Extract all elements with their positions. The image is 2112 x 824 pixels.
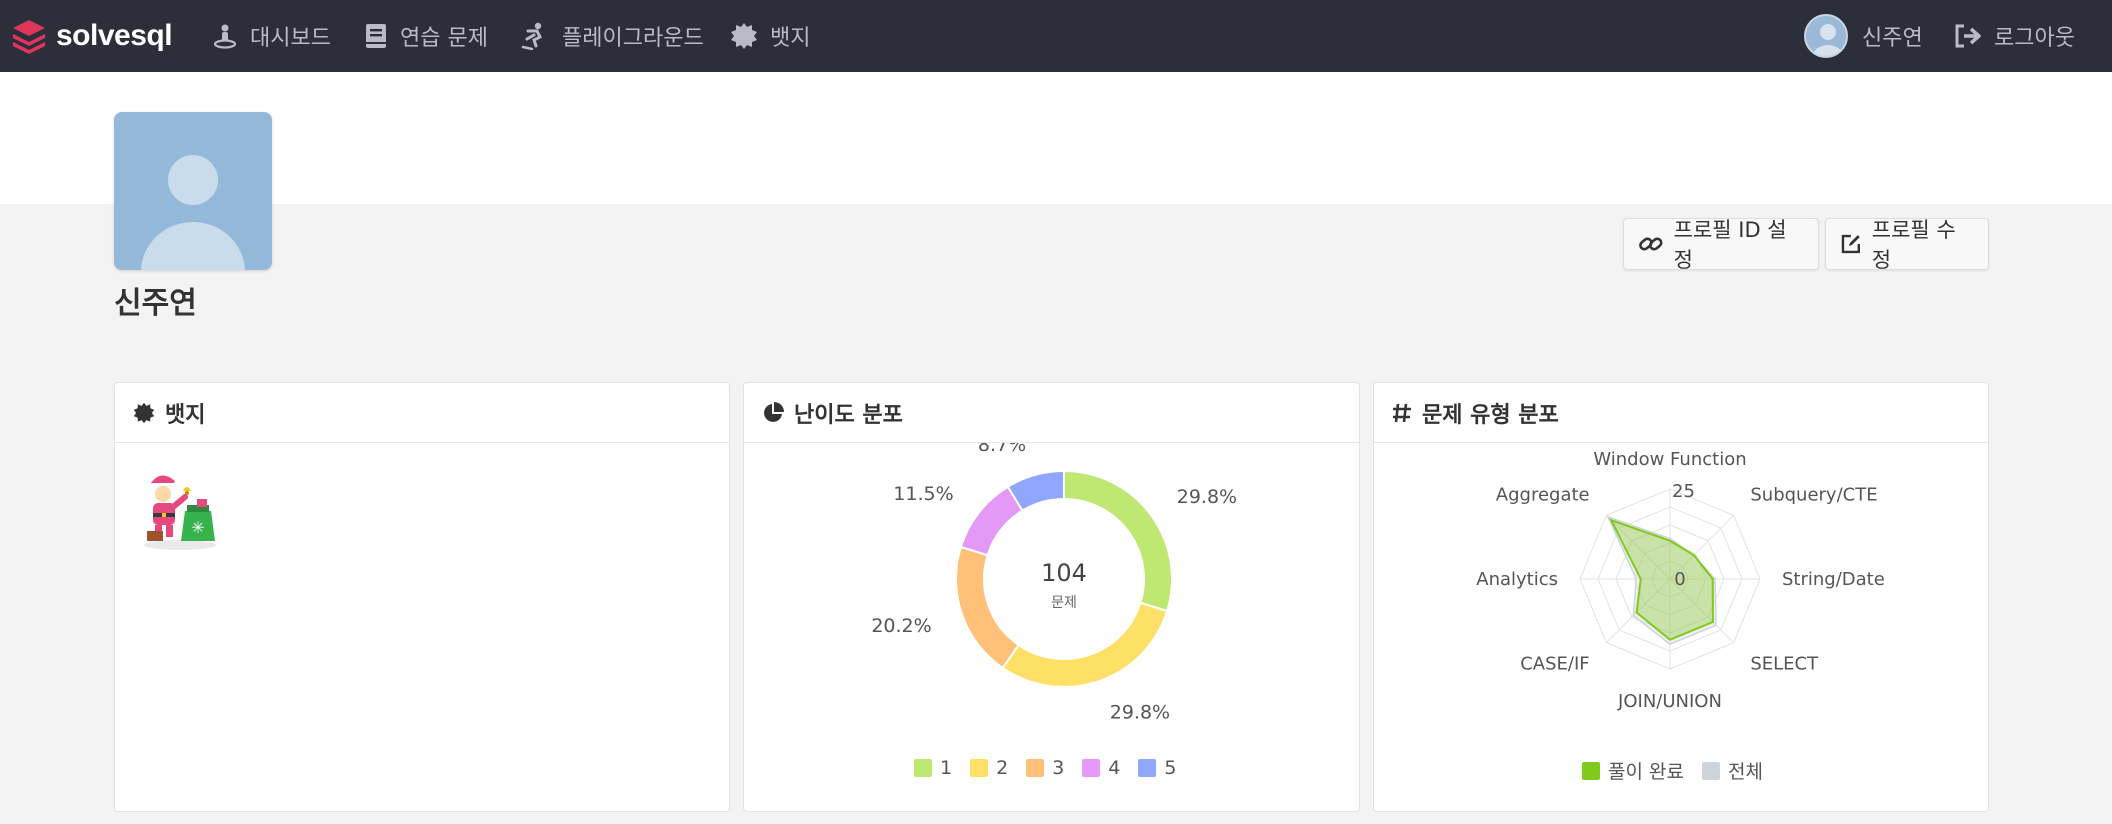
difficulty-card-header: 난이도 분포 (744, 383, 1359, 443)
radar-axis-label: Aggregate (1496, 485, 1590, 506)
legend-item-series-0[interactable]: 풀이 완료 (1582, 757, 1684, 784)
nav-practice[interactable]: 연습 문제 (364, 14, 488, 58)
legend-label-series-1: 전체 (1727, 761, 1763, 783)
types-card-header: 문제 유형 분포 (1374, 383, 1988, 443)
nav-dashboard-label: 대시보드 (250, 26, 331, 51)
badges-title: 뱃지 (165, 402, 206, 428)
link-icon (1639, 237, 1663, 251)
profile-header-bg (0, 72, 2112, 204)
donut-label-3: 20.2% (871, 615, 931, 637)
types-card: 문제 유형 분포 25 0 Window Function Subquery/CTE S… (1373, 382, 1989, 812)
svg-text:✳: ✳ (191, 518, 204, 537)
top-navbar: solvesql 대시보드 연습 문제 플레이그라운드 뱃지 신주연 로그아웃 (0, 0, 2112, 72)
radar-axis-label: Analytics (1476, 569, 1558, 590)
difficulty-title: 난이도 분포 (794, 402, 903, 428)
profile-name: 신주연 (114, 286, 197, 321)
brand-logo[interactable]: solvesql (10, 14, 173, 58)
brand-name: solvesql (56, 19, 173, 52)
legend-label-3: 3 (1052, 757, 1065, 779)
badges-card: 뱃지 ✳ (114, 382, 730, 812)
legend-item-1[interactable]: 1 (914, 757, 952, 779)
donut-center-value: 104 (1041, 559, 1087, 587)
badge-icon (731, 23, 757, 49)
edit-profile-label: 프로필 수정 (1871, 218, 1956, 272)
donut-label-5: 8.7% (978, 443, 1026, 456)
legend-swatch-3 (1026, 759, 1045, 777)
legend-swatch-5 (1138, 759, 1157, 777)
legend-label-2: 2 (996, 757, 1009, 779)
radar-axis-label: Subquery/CTE (1750, 485, 1877, 506)
pie-chart-icon (764, 401, 784, 422)
donut-slice-2[interactable] (1001, 601, 1169, 688)
legend-swatch-2 (970, 759, 989, 777)
legend-item-series-1[interactable]: 전체 (1701, 757, 1763, 784)
donut-label-2: 29.8% (1110, 701, 1170, 723)
radar-axis-label: Window Function (1593, 449, 1746, 470)
logout-icon (1955, 24, 1981, 48)
profile-avatar (114, 112, 272, 270)
dashboard-icon (213, 24, 237, 49)
legend-item-3[interactable]: 3 (1026, 757, 1064, 779)
nav-dashboard[interactable]: 대시보드 (212, 14, 331, 58)
nav-playground[interactable]: 플레이그라운드 (520, 14, 704, 58)
profile-id-button[interactable]: 프로필 ID 설정 (1623, 218, 1819, 272)
radar-tick-max: 25 (1672, 481, 1695, 502)
legend-swatch-series-0 (1582, 761, 1600, 780)
types-body: 25 0 Window Function Subquery/CTE String/Dat… (1374, 443, 1988, 811)
profile-id-label: 프로필 ID 설정 (1673, 218, 1787, 272)
radar-axis-label: CASE/IF (1520, 653, 1589, 674)
legend-item-5[interactable]: 5 (1138, 757, 1176, 779)
legend-label-5: 5 (1164, 757, 1177, 779)
donut-slice-3[interactable] (955, 545, 1021, 670)
user-menu[interactable]: 신주연 (1804, 10, 1923, 62)
logout-label: 로그아웃 (1994, 26, 2075, 51)
donut-slice-1[interactable] (1063, 469, 1173, 613)
edit-profile-button[interactable]: 프로필 수정 (1825, 218, 1989, 272)
legend-item-2[interactable]: 2 (970, 757, 1008, 779)
nav-badges[interactable]: 뱃지 (730, 14, 810, 58)
badges-card-header: 뱃지 (115, 383, 729, 443)
donut-center-label: 문제 (1051, 595, 1077, 611)
hash-icon (1393, 403, 1411, 422)
difficulty-card: 난이도 분포 29.8% 29.8% 20.2% 11.5% 8.7% 104 문제 1 2 3… (743, 382, 1360, 812)
legend-label-4: 4 (1108, 757, 1121, 779)
user-name: 신주연 (1862, 26, 1923, 51)
santa-badge-icon[interactable]: ✳ (139, 467, 221, 551)
difficulty-body: 29.8% 29.8% 20.2% 11.5% 8.7% 104 문제 1 2 3 4 5 (744, 443, 1359, 811)
legend-item-4[interactable]: 4 (1082, 757, 1120, 779)
radar-axis-label: SELECT (1750, 653, 1819, 674)
avatar (1804, 14, 1848, 58)
radar-axis-label: String/Date (1782, 569, 1885, 590)
legend-swatch-series-1 (1701, 761, 1720, 780)
nav-playground-label: 플레이그라운드 (562, 26, 704, 51)
legend-swatch-1 (914, 759, 932, 777)
logout-link[interactable]: 로그아웃 (1954, 10, 2075, 62)
legend-label-series-0: 풀이 완료 (1608, 761, 1684, 783)
types-title: 문제 유형 분포 (1422, 402, 1559, 428)
donut-label-4: 11.5% (893, 483, 953, 505)
difficulty-legend: 1 2 3 4 5 (914, 757, 1194, 779)
nav-badges-label: 뱃지 (770, 26, 811, 51)
book-icon (366, 24, 386, 48)
edit-icon (1841, 234, 1860, 254)
types-radar-chart: 25 0 Window FunctionSubquery/CTE String/Dat… (1476, 449, 1885, 712)
legend-label-1: 1 (940, 757, 953, 779)
radar-axis-label: JOIN/UNION (1617, 691, 1722, 712)
skate-icon (521, 22, 543, 50)
radar-tick-zero: 0 (1674, 569, 1685, 590)
badge-icon (133, 402, 155, 423)
legend-swatch-4 (1082, 759, 1101, 777)
nav-practice-label: 연습 문제 (400, 26, 488, 51)
layers-icon (13, 20, 45, 54)
types-legend: 풀이 완료 전체 (1582, 757, 1781, 784)
donut-label-1: 29.8% (1177, 486, 1237, 508)
difficulty-donut-chart: 29.8% 29.8% 20.2% 11.5% 8.7% 104 문제 (871, 443, 1237, 723)
badges-body: ✳ (115, 443, 729, 811)
radar-series-solved[interactable] (1609, 518, 1714, 641)
